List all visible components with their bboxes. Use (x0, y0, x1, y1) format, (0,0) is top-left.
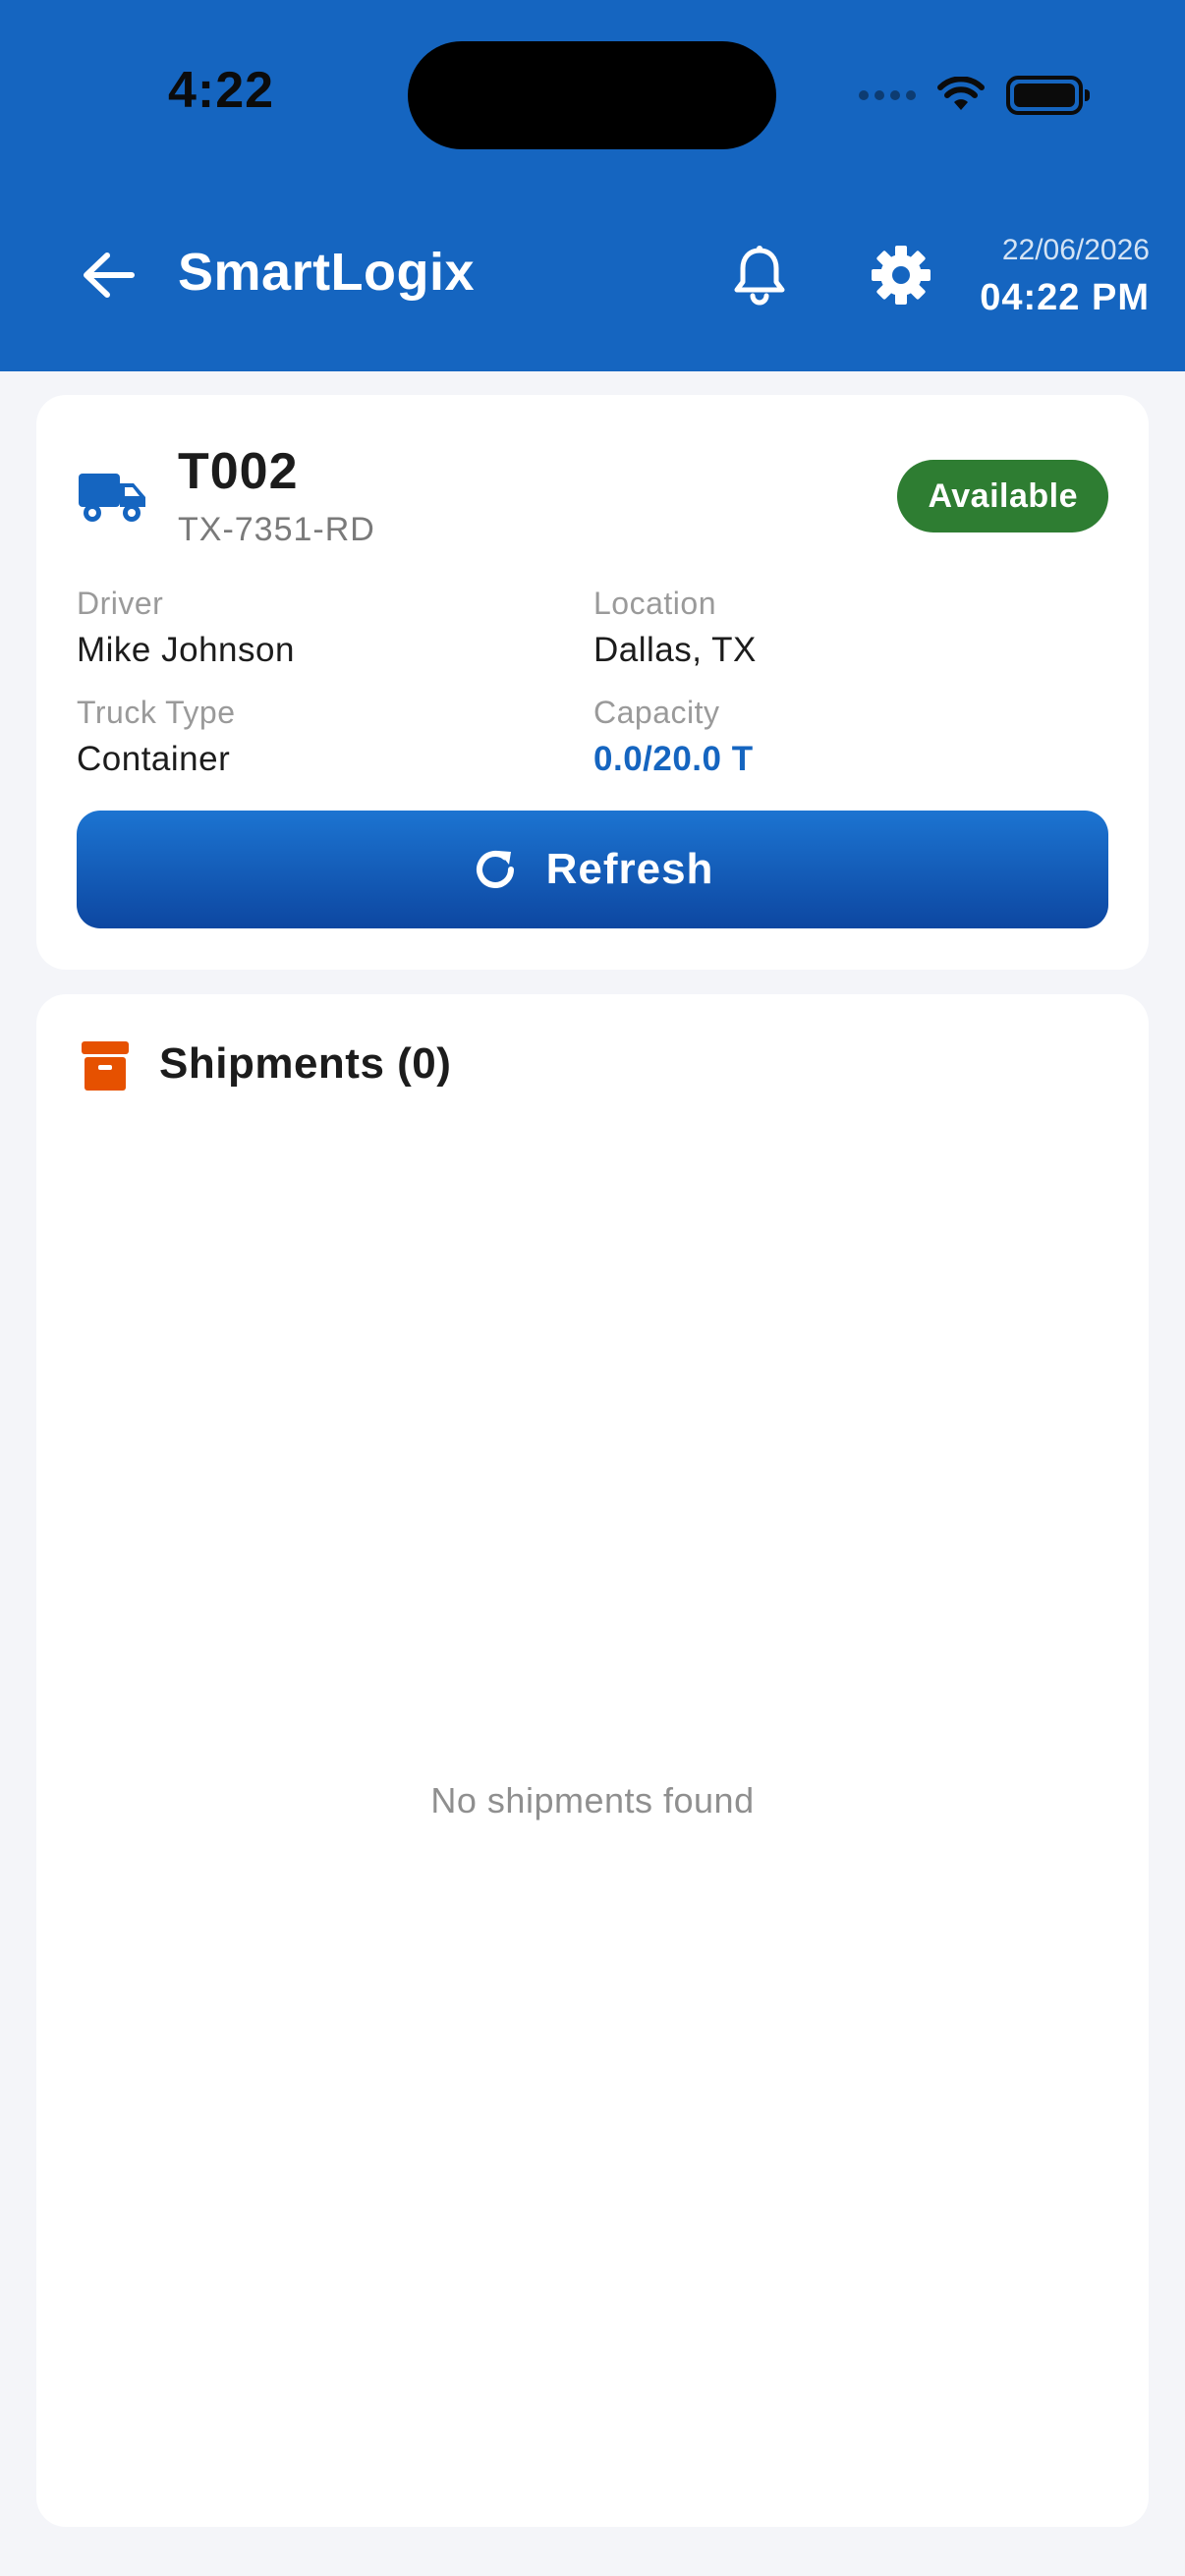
status-bar-time: 4:22 (167, 62, 275, 119)
truck-icon (79, 474, 145, 522)
driver-value: Mike Johnson (77, 631, 295, 669)
driver-label: Driver (77, 586, 164, 621)
notifications-button[interactable] (720, 236, 799, 314)
capacity-label: Capacity (593, 695, 720, 730)
refresh-icon (476, 851, 514, 888)
arrow-left-icon (84, 252, 135, 298)
status-badge: Available (897, 460, 1108, 532)
archive-box-icon (82, 1041, 129, 1091)
dynamic-island (408, 41, 776, 149)
cellular-signal-icon (859, 90, 916, 100)
truck-plate-number: TX-7351-RD (178, 511, 375, 548)
location-label: Location (593, 586, 716, 621)
empty-shipments-message: No shipments found (430, 1780, 755, 1820)
header-time: 04:22 PM (980, 277, 1150, 318)
shipments-title: Shipments (0) (159, 1039, 452, 1088)
truck-type-label: Truck Type (77, 695, 236, 730)
wifi-icon (937, 77, 985, 110)
back-button[interactable] (69, 236, 147, 314)
battery-icon (1006, 76, 1090, 115)
refresh-button-label: Refresh (545, 845, 714, 893)
truck-type-value: Container (77, 740, 231, 778)
bell-icon (734, 246, 785, 306)
refresh-button[interactable]: Refresh (77, 811, 1108, 928)
header-date: 22/06/2026 (1001, 234, 1150, 266)
capacity-value: 0.0/20.0 T (593, 740, 754, 778)
app-header: 4:22 SmartLogix 22/06/2026 04:22 PM (0, 0, 1185, 371)
shipments-card: Shipments (0) No shipments found (36, 994, 1149, 2527)
app-title: SmartLogix (178, 243, 476, 302)
app-screen: 4:22 SmartLogix 22/06/2026 04:22 PM T002… (0, 0, 1185, 2576)
settings-button[interactable] (862, 236, 940, 314)
gear-icon (872, 246, 931, 305)
truck-details-card: T002 TX-7351-RD Available Driver Mike Jo… (36, 395, 1149, 970)
status-bar-indicators (859, 73, 1090, 118)
location-value: Dallas, TX (593, 631, 757, 669)
truck-id: T002 (178, 443, 299, 500)
